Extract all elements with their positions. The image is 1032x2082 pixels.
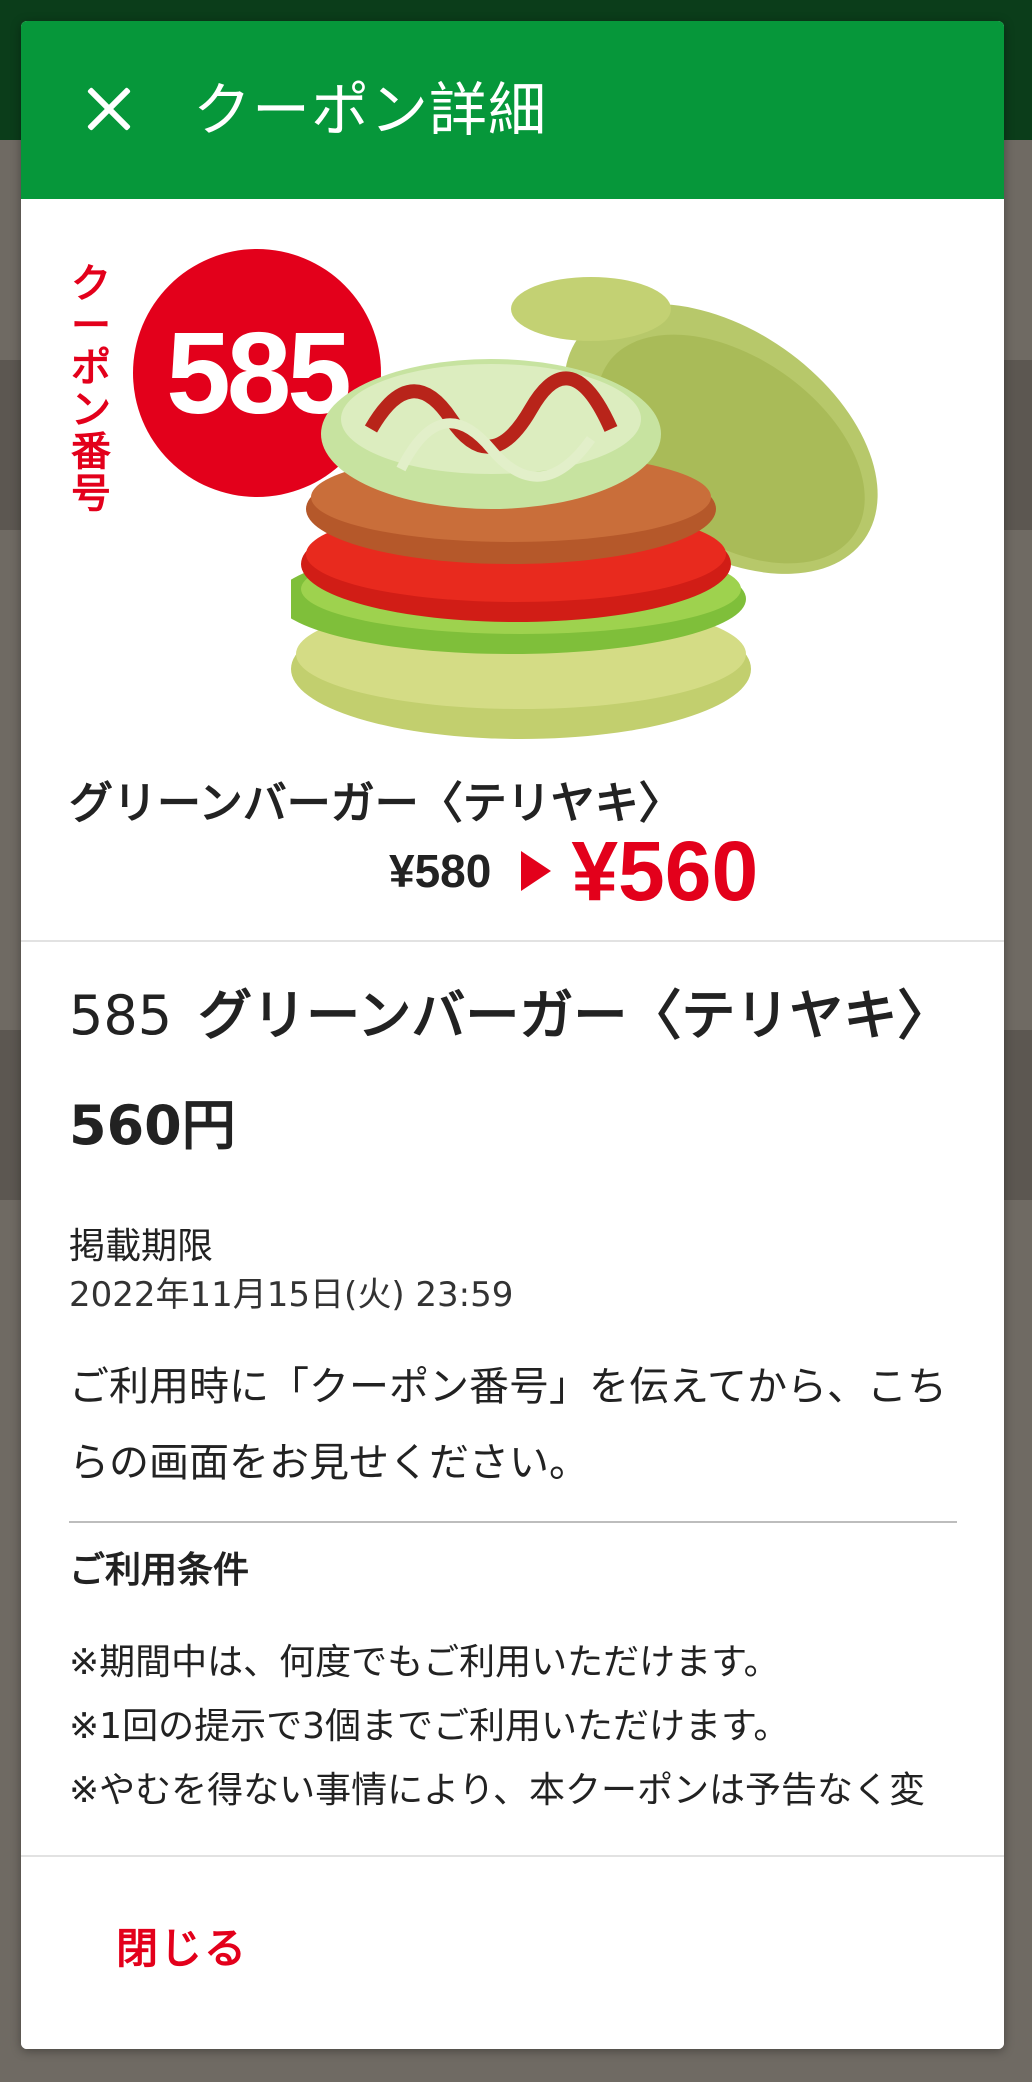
terms-item: ※期間中は、何度でもご利用いただけます。 [69,1642,780,1683]
dialog-title: クーポン詳細 [193,76,548,144]
burger-image [291,277,878,739]
period-value: 2022年11月15日(火) 23:59 [69,1275,514,1315]
coupon-heading-text: グリーンバーガー〈テリヤキ〉 560円 [69,984,952,1157]
dialog-footer: 閉じる [21,1855,1004,2049]
discount-price: ¥560 [571,823,759,918]
coupon-heading-number: 585 [69,984,173,1047]
terms-item: ※1回の提示で3個までご利用いただけます。 [69,1706,790,1747]
dialog-header: クーポン詳細 [21,21,1004,199]
product-name: グリーンバーガー〈テリヤキ〉 [69,778,683,829]
coupon-detail-dialog: クーポン詳細 クーポン番号 585 グリーンバーガー〈テリヤキ〉 ¥580 ¥5… [21,21,1004,2049]
terms-title: ご利用条件 [69,1550,250,1591]
original-price: ¥580 [389,845,492,897]
period-label: 掲載期限 [69,1226,214,1267]
price-row: ¥580 ¥560 [389,824,758,918]
coupon-number-label: クーポン番号 [71,261,111,517]
coupon-heading: 585 グリーンバーガー〈テリヤキ〉 560円 [69,961,969,1181]
section-divider [21,940,1004,942]
coupon-detail-content: 585 グリーンバーガー〈テリヤキ〉 560円 掲載期限 2022年11月15日(… [69,961,969,1823]
terms-list: ※期間中は、何度でもご利用いただけます。 ※1回の提示で3個までご利用いただけま… [69,1631,969,1823]
close-button[interactable]: 閉じる [116,1915,248,1976]
coupon-image: クーポン番号 585 グリーンバーガー〈テリヤキ〉 ¥580 ¥560 [21,199,1004,940]
content-divider [69,1521,957,1523]
close-icon[interactable] [79,79,139,139]
usage-instructions: ご利用時に「クーポン番号」を伝えてから、こちらの画面をお見せください。 [69,1364,947,1486]
price-arrow-icon [521,851,552,891]
terms-item: ※やむを得ない事情により、本クーポンは予告なく変 [69,1770,926,1811]
